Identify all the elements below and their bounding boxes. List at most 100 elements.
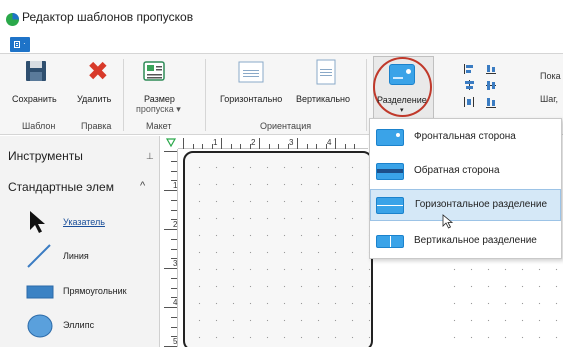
vertical-orientation-button[interactable]: Вертикально <box>292 57 358 109</box>
ruler-tick <box>164 190 177 191</box>
ruler-tick <box>164 268 177 269</box>
ribbon-separator <box>205 59 206 131</box>
menu-item-label: Фронтальная сторона <box>414 131 516 142</box>
menu-item-label: Горизонтальное разделение <box>415 199 548 210</box>
split-dropdown-arrow: ▾ <box>400 107 404 114</box>
ruler-tick <box>221 138 222 149</box>
align-left-icon[interactable] <box>463 63 475 75</box>
chevron-up-icon[interactable]: ^ <box>140 180 145 192</box>
ruler-number: 2 <box>173 220 178 229</box>
step-label: Шаг, <box>540 94 558 104</box>
ruler-tick <box>278 144 279 149</box>
horizontal-page-icon <box>238 61 264 83</box>
rectangle-icon <box>26 285 54 299</box>
ruler-number: 5 <box>173 337 178 346</box>
ruler-number: 3 <box>173 259 178 268</box>
ruler-tick <box>268 144 270 149</box>
ruler-tick <box>171 199 177 201</box>
ruler-tick <box>171 287 177 289</box>
pointer-icon <box>30 211 45 233</box>
group-label-edit: Правка <box>81 121 112 131</box>
ellipse-icon <box>27 314 53 338</box>
tool-line-label: Линия <box>63 251 89 261</box>
app-logo-icon <box>6 13 19 26</box>
ruler-tick <box>164 307 177 308</box>
ruler-tick <box>164 229 177 230</box>
back-side-icon <box>376 163 404 180</box>
ruler-tick <box>297 138 298 149</box>
menu-item-front-side[interactable]: Фронтальная сторона <box>370 121 561 153</box>
delete-x-icon: ✖ <box>87 56 109 86</box>
horizontal-label: Горизонтально <box>220 94 283 104</box>
distribute-vertical-icon[interactable] <box>485 96 497 108</box>
file-menu-icon <box>14 41 20 48</box>
title-bar: Редактор шаблонов пропусков <box>0 0 563 36</box>
card-size-label-line1: Размер <box>144 94 175 104</box>
split-label: Разделение <box>377 95 427 105</box>
tool-ellipse[interactable]: Эллипс <box>26 311 156 341</box>
card-size-icon <box>143 61 165 81</box>
file-menu-button[interactable]: · <box>10 37 30 52</box>
ribbon-separator <box>366 59 367 131</box>
align-center-icon[interactable] <box>463 79 475 91</box>
save-label: Сохранить <box>12 94 57 104</box>
delete-label: Удалить <box>77 94 112 104</box>
horizontal-split-icon <box>376 197 404 214</box>
menu-item-label: Обратная сторона <box>414 165 500 176</box>
group-label-orientation: Ориентация <box>260 121 312 131</box>
group-label-template: Шаблон <box>22 121 56 131</box>
ruler-tick <box>171 160 177 162</box>
chevron-down-icon: · <box>23 39 26 48</box>
menu-item-horizontal-split[interactable]: Горизонтальное разделение <box>370 189 561 221</box>
menu-bar: · <box>0 36 563 53</box>
front-side-icon <box>376 129 404 146</box>
ruler-tick <box>259 138 260 149</box>
ruler-tick <box>240 144 241 149</box>
ribbon-separator <box>123 59 124 131</box>
ruler-tick <box>171 238 177 240</box>
ruler-tick <box>192 144 194 149</box>
save-button[interactable]: Сохранить <box>12 57 58 109</box>
split-dropdown-menu: Фронтальная сторона Обратная сторона Гор… <box>369 118 562 259</box>
show-label: Пока <box>540 71 561 81</box>
vertical-label: Вертикально <box>296 94 351 104</box>
ruler-tick <box>306 144 308 149</box>
tool-rectangle-label: Прямоугольник <box>63 286 127 296</box>
canvas-grid <box>440 255 563 347</box>
tool-pointer[interactable]: Указатель <box>26 208 156 238</box>
card-size-label-line2: пропуска ▾ <box>136 104 181 114</box>
ruler-tick <box>164 151 177 152</box>
vertical-split-icon <box>376 235 404 248</box>
mouse-cursor-icon <box>442 214 454 229</box>
menu-item-back-side[interactable]: Обратная сторона <box>370 155 561 187</box>
menu-item-label: Вертикальное разделение <box>414 235 537 246</box>
ruler-number: 2 <box>251 138 256 147</box>
delete-button[interactable]: ✖ Удалить <box>73 57 117 109</box>
vertical-page-icon <box>316 59 336 85</box>
distribute-horizontal-icon[interactable] <box>463 96 475 108</box>
tool-line[interactable]: Линия <box>26 242 156 272</box>
card-size-button[interactable]: Размер пропуска ▾ <box>128 57 181 119</box>
tool-pointer-label: Указатель <box>63 217 105 227</box>
ruler-tick <box>202 144 203 149</box>
ruler-number: 1 <box>173 181 178 190</box>
horizontal-orientation-button[interactable]: Горизонтально <box>217 57 287 109</box>
ruler-number: 4 <box>173 298 178 307</box>
card-split-icon <box>389 64 415 85</box>
ruler-tick <box>316 144 317 149</box>
tool-ellipse-label: Эллипс <box>63 320 95 330</box>
ruler-tick <box>171 170 177 172</box>
ruler-tick <box>230 144 232 149</box>
standard-elements-header[interactable]: Стандартные элем <box>8 180 114 194</box>
align-middle-icon[interactable] <box>485 79 497 91</box>
card-page[interactable] <box>183 151 373 347</box>
align-bottom-icon[interactable] <box>485 63 497 75</box>
ruler-corner <box>164 136 178 149</box>
ruler-tick <box>183 138 184 149</box>
menu-item-vertical-split[interactable]: Вертикальное разделение <box>370 225 561 257</box>
tools-panel: Инструменты ⊥ Стандартные элем ^ Указате… <box>0 136 160 347</box>
pin-icon[interactable]: ⊥ <box>146 151 154 162</box>
tool-rectangle[interactable]: Прямоугольник <box>26 277 156 307</box>
ruler-tick <box>171 277 177 279</box>
ruler-tick <box>171 326 177 328</box>
